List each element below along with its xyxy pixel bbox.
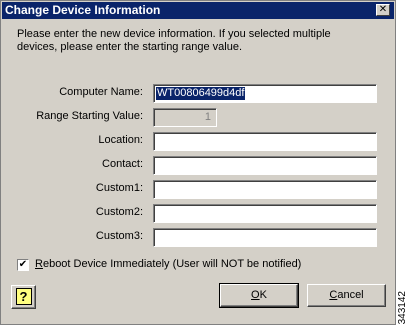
help-icon: ? bbox=[15, 288, 32, 305]
custom3-value bbox=[156, 231, 158, 244]
custom1-value bbox=[156, 183, 158, 196]
contact-value bbox=[156, 159, 158, 172]
reboot-checkbox[interactable]: ✔ bbox=[17, 259, 29, 271]
custom3-input[interactable] bbox=[153, 228, 377, 247]
range-starting-value-input: 1 bbox=[153, 108, 217, 127]
change-device-dialog: Change Device Information ✕ Please enter… bbox=[0, 0, 396, 325]
title-bar[interactable]: Change Device Information ✕ bbox=[2, 2, 394, 19]
dialog-title: Change Device Information bbox=[5, 3, 161, 17]
cancel-button[interactable]: Cancel bbox=[307, 284, 386, 307]
close-icon: ✕ bbox=[378, 4, 388, 15]
ok-button[interactable]: OK bbox=[219, 283, 299, 308]
computer-name-label: Computer Name: bbox=[59, 86, 143, 98]
location-input[interactable] bbox=[153, 132, 377, 151]
close-button[interactable]: ✕ bbox=[376, 4, 390, 16]
checkmark-icon: ✔ bbox=[18, 259, 28, 270]
custom2-input[interactable] bbox=[153, 204, 377, 223]
custom2-label: Custom2: bbox=[95, 206, 143, 218]
contact-label: Contact: bbox=[102, 158, 143, 170]
range-starting-value-label: Range Starting Value: bbox=[36, 110, 143, 122]
location-label: Location: bbox=[98, 134, 143, 146]
custom3-label: Custom3: bbox=[95, 230, 143, 242]
computer-name-input[interactable]: WT00806499d4df bbox=[153, 84, 377, 103]
contact-input[interactable] bbox=[153, 156, 377, 175]
location-value bbox=[156, 135, 158, 148]
figure-id-label: 343142 bbox=[397, 290, 408, 324]
custom1-input[interactable] bbox=[153, 180, 377, 199]
range-starting-value: 1 bbox=[204, 111, 211, 123]
help-button[interactable]: ? bbox=[11, 285, 36, 309]
instructions-text: Please enter the new device information.… bbox=[17, 28, 331, 53]
computer-name-value: WT00806499d4df bbox=[154, 86, 247, 101]
custom1-label: Custom1: bbox=[95, 182, 143, 194]
custom2-value bbox=[156, 207, 158, 220]
reboot-checkbox-label[interactable]: Reboot Device Immediately (User will NOT… bbox=[35, 258, 301, 270]
